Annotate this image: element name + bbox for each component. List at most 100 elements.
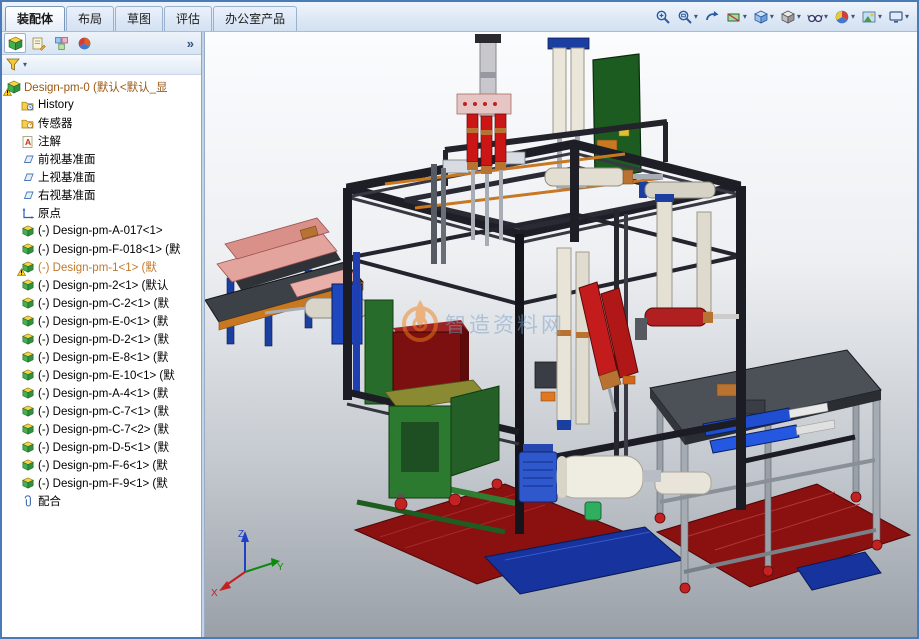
- dropdown-caret-icon[interactable]: ▾: [905, 13, 909, 21]
- dropdown-caret-icon[interactable]: ▾: [694, 13, 698, 21]
- tree-item-comp-c-7-1[interactable]: (-) Design-pm-C-7<1> (默: [2, 402, 201, 420]
- command-tabs: 装配体布局草图评估办公室产品: [5, 2, 297, 31]
- tree-item-comp-1[interactable]: (-) Design-pm-1<1> (默: [2, 258, 201, 276]
- sensors-icon: [20, 116, 35, 130]
- tree-item-comp-e-10[interactable]: (-) Design-pm-E-10<1> (默: [2, 366, 201, 384]
- hide-show-items-button[interactable]: ▾: [805, 6, 830, 28]
- component-icon: [20, 260, 35, 274]
- tab-layout[interactable]: 布局: [66, 6, 114, 31]
- tree-item-sensors[interactable]: 传感器: [2, 114, 201, 132]
- previous-view-button[interactable]: [702, 6, 722, 28]
- annotations-icon: A: [20, 134, 35, 148]
- command-bar: 装配体布局草图评估办公室产品 ▾ ▾ ▾ ▾ ▾ ▾ ▾ ▾: [2, 2, 917, 32]
- tree-item-label: 右视基准面: [38, 187, 96, 203]
- tree-item-mates[interactable]: 配合: [2, 492, 201, 510]
- tree-item-comp-c-7-2[interactable]: (-) Design-pm-C-7<2> (默: [2, 420, 201, 438]
- component-icon: [20, 440, 35, 454]
- plane-icon: [20, 170, 35, 184]
- tree-item-top-plane[interactable]: 上视基准面: [2, 168, 201, 186]
- configurationmanager-tab[interactable]: [50, 33, 72, 53]
- section-view-button[interactable]: ▾: [724, 6, 749, 28]
- svg-text:智造资料网: 智造资料网: [445, 314, 565, 337]
- filter-icon[interactable]: [6, 58, 20, 71]
- dropdown-caret-icon[interactable]: ▾: [824, 13, 828, 21]
- panel-expand-button[interactable]: »: [182, 36, 199, 51]
- tree-item-comp-a-4[interactable]: (-) Design-pm-A-4<1> (默: [2, 384, 201, 402]
- tree-item-label: (-) Design-pm-F-018<1> (默: [38, 241, 181, 257]
- svg-text:A: A: [25, 137, 31, 147]
- tree-item-annotations[interactable]: A注解: [2, 132, 201, 150]
- dropdown-caret-icon[interactable]: ▾: [770, 13, 774, 21]
- tree-item-comp-2[interactable]: (-) Design-pm-2<1> (默认: [2, 276, 201, 294]
- tree-item-comp-c-2[interactable]: (-) Design-pm-C-2<1> (默: [2, 294, 201, 312]
- tree-item-right-plane[interactable]: 右视基准面: [2, 186, 201, 204]
- feature-manager-panel: » ▾ Design-pm-0 (默认<默认_显 History 传感器A注解前视基…: [2, 32, 202, 637]
- panel-tab-bar: »: [2, 32, 201, 55]
- display-style-button[interactable]: ▾: [778, 6, 803, 28]
- tree-item-label: 上视基准面: [38, 169, 96, 185]
- tree-item-root[interactable]: Design-pm-0 (默认<默认_显: [2, 78, 201, 96]
- heads-up-toolbar: ▾ ▾ ▾ ▾ ▾ ▾ ▾ ▾: [653, 2, 914, 31]
- tree-item-comp-f-018[interactable]: (-) Design-pm-F-018<1> (默: [2, 240, 201, 258]
- left-feeder-table: [205, 218, 367, 346]
- plane-icon: [20, 188, 35, 202]
- propertymanager-tab[interactable]: [27, 33, 49, 53]
- view-orientation-button[interactable]: ▾: [751, 6, 776, 28]
- view-settings-button[interactable]: ▾: [886, 6, 911, 28]
- plane-icon: [20, 152, 35, 166]
- tree-item-label: (-) Design-pm-E-0<1> (默: [38, 313, 168, 329]
- component-icon: [20, 314, 35, 328]
- tree-item-label: (-) Design-pm-C-7<1> (默: [38, 403, 169, 419]
- center-base-unit: [385, 320, 502, 510]
- tree-item-label: (-) Design-pm-F-6<1> (默: [38, 457, 168, 473]
- tree-item-comp-e-0[interactable]: (-) Design-pm-E-0<1> (默: [2, 312, 201, 330]
- component-icon: [20, 404, 35, 418]
- tree-item-history[interactable]: History: [2, 96, 201, 114]
- tree-item-comp-a-017[interactable]: (-) Design-pm-A-017<1>: [2, 222, 201, 240]
- tree-item-front-plane[interactable]: 前视基准面: [2, 150, 201, 168]
- tab-evaluate[interactable]: 评估: [164, 6, 212, 31]
- tree-item-label: Design-pm-0 (默认<默认_显: [24, 79, 167, 95]
- tree-item-comp-f-9[interactable]: (-) Design-pm-F-9<1> (默: [2, 474, 201, 492]
- tree-item-comp-e-8[interactable]: (-) Design-pm-E-8<1> (默: [2, 348, 201, 366]
- tree-item-comp-d-2[interactable]: (-) Design-pm-D-2<1> (默: [2, 330, 201, 348]
- component-icon: [20, 224, 35, 238]
- solidworks-window: 装配体布局草图评估办公室产品 ▾ ▾ ▾ ▾ ▾ ▾ ▾ ▾ » ▾ Design-pm-0 …: [0, 0, 919, 639]
- edit-appearance-button[interactable]: ▾: [832, 6, 857, 28]
- tree-item-origin[interactable]: 原点: [2, 204, 201, 222]
- zoom-to-fit-button[interactable]: [653, 6, 673, 28]
- svg-text:X: X: [211, 588, 218, 599]
- dropdown-caret-icon[interactable]: ▾: [851, 13, 855, 21]
- tree-item-comp-f-6[interactable]: (-) Design-pm-F-6<1> (默: [2, 456, 201, 474]
- component-icon: [20, 296, 35, 310]
- tree-item-label: (-) Design-pm-C-2<1> (默: [38, 295, 169, 311]
- assembly-icon: [6, 80, 21, 94]
- tab-office-products[interactable]: 办公室产品: [213, 6, 297, 31]
- warning-icon: [3, 88, 12, 96]
- origin-icon: [20, 206, 35, 220]
- displaymanager-tab[interactable]: [73, 33, 95, 53]
- cad-model-3d[interactable]: 智造资料网 Z Y X: [205, 32, 917, 637]
- featuremanager-tab[interactable]: [4, 33, 26, 53]
- graphics-viewport[interactable]: 智造资料网 Z Y X: [205, 32, 917, 637]
- tab-assembly[interactable]: 装配体: [5, 6, 65, 31]
- dropdown-caret-icon[interactable]: ▾: [878, 13, 882, 21]
- dropdown-caret-icon[interactable]: ▾: [743, 13, 747, 21]
- tree-item-label: (-) Design-pm-D-5<1> (默: [38, 439, 169, 455]
- tree-item-comp-d-5[interactable]: (-) Design-pm-D-5<1> (默: [2, 438, 201, 456]
- apply-scene-button[interactable]: ▾: [859, 6, 884, 28]
- gantry-top-frame: [347, 122, 740, 304]
- zoom-to-area-button[interactable]: ▾: [675, 6, 700, 28]
- tab-sketch[interactable]: 草图: [115, 6, 163, 31]
- green-back-plate: [365, 300, 393, 404]
- reference-triad: Z Y X: [211, 529, 284, 599]
- component-icon: [20, 242, 35, 256]
- component-icon: [20, 386, 35, 400]
- dropdown-caret-icon[interactable]: ▾: [797, 13, 801, 21]
- tree-item-label: (-) Design-pm-A-4<1> (默: [38, 385, 168, 401]
- component-icon: [20, 278, 35, 292]
- tree-item-label: (-) Design-pm-D-2<1> (默: [38, 331, 169, 347]
- filter-dropdown-caret[interactable]: ▾: [23, 60, 27, 69]
- tree-item-label: History: [38, 99, 74, 111]
- tree-item-label: (-) Design-pm-C-7<2> (默: [38, 421, 169, 437]
